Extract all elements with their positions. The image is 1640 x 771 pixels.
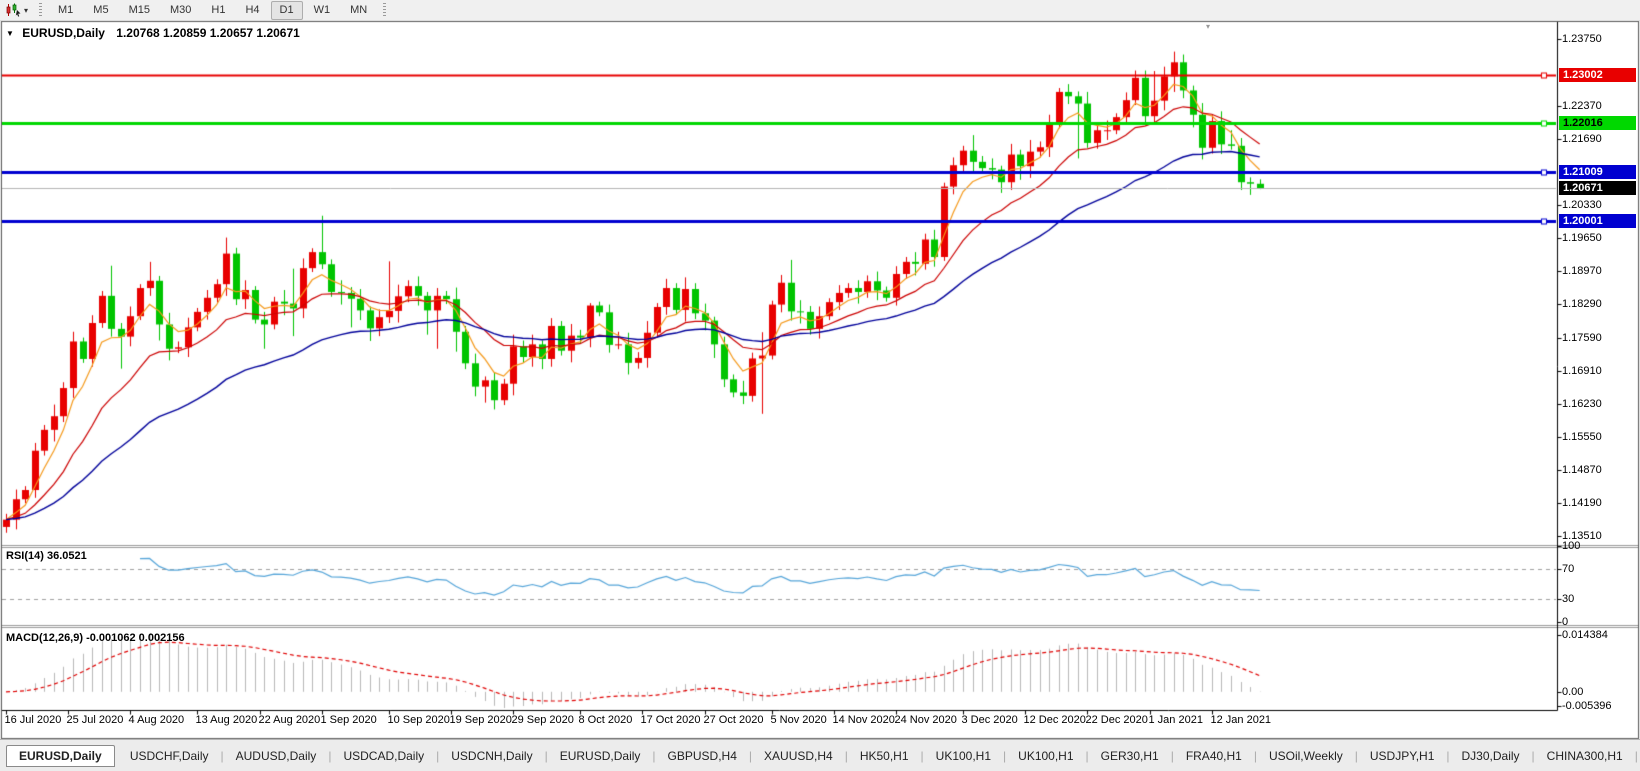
date-tick-label: 14 Nov 2020	[833, 714, 895, 726]
price-tick-label: 1.19650	[1562, 232, 1602, 244]
shift-marker-icon: ▾	[1206, 22, 1210, 31]
price-tick-label: 1.16910	[1562, 365, 1602, 377]
chart-symbol-label: EURUSD,Daily	[22, 26, 105, 40]
date-tick-label: 24 Nov 2020	[895, 714, 957, 726]
price-tick-label: 1.16230	[1562, 398, 1602, 410]
date-tick-label: 22 Dec 2020	[1086, 714, 1148, 726]
timeframe-button-mn[interactable]: MN	[341, 1, 376, 20]
rsi-tick-label: 30	[1562, 593, 1574, 605]
timeframe-toolbar: M1M5M15M30H1H4D1W1MN	[48, 0, 377, 20]
date-tick-label: 8 Oct 2020	[579, 714, 633, 726]
timeframe-button-h4[interactable]: H4	[236, 1, 268, 20]
timeframe-button-h1[interactable]: H1	[202, 1, 234, 20]
rsi-indicator-label: RSI(14) 36.0521	[6, 550, 87, 562]
date-tick-label: 1 Sep 2020	[321, 714, 377, 726]
macd-tick-label: 0.014384	[1562, 629, 1608, 641]
timeframe-button-w1[interactable]: W1	[305, 1, 340, 20]
symbol-tab-0[interactable]: EURUSD,Daily	[6, 745, 115, 767]
price-tick-label: 1.14870	[1562, 464, 1602, 476]
chart-area[interactable]	[0, 0, 1640, 771]
timeframe-button-m1[interactable]: M1	[49, 1, 82, 20]
date-tick-label: 3 Dec 2020	[962, 714, 1018, 726]
price-tick-label: 1.21690	[1562, 133, 1602, 145]
price-tick-label: 1.17590	[1562, 332, 1602, 344]
symbol-tab-11[interactable]: GER30,H1	[1089, 746, 1171, 766]
date-tick-label: 17 Oct 2020	[641, 714, 701, 726]
symbol-tab-2[interactable]: AUDUSD,Daily	[224, 746, 329, 766]
date-tick-label: 27 Oct 2020	[704, 714, 764, 726]
price-tick-label: 1.18290	[1562, 298, 1602, 310]
date-tick-label: 22 Aug 2020	[259, 714, 321, 726]
hline-price-tag: 1.21009	[1559, 165, 1636, 179]
date-tick-label: 5 Nov 2020	[771, 714, 827, 726]
timeframe-button-m30[interactable]: M30	[161, 1, 200, 20]
date-tick-label: 4 Aug 2020	[129, 714, 185, 726]
symbol-tab-5[interactable]: EURUSD,Daily	[548, 746, 653, 766]
rsi-tick-label: 70	[1562, 563, 1574, 575]
price-tick-label: 1.14190	[1562, 497, 1602, 509]
date-tick-label: 25 Jul 2020	[67, 714, 124, 726]
macd-tick-label: -0.005396	[1562, 700, 1612, 712]
hline-price-tag: 1.22016	[1559, 116, 1636, 130]
symbol-tab-4[interactable]: USDCNH,Daily	[439, 746, 544, 766]
toolbar-grip-2[interactable]	[383, 3, 386, 17]
hline-price-tag: 1.23002	[1559, 68, 1636, 82]
date-tick-label: 13 Aug 2020	[196, 714, 258, 726]
symbol-tabbar: EURUSD,Daily|USDCHF,Daily|AUDUSD,Daily|U…	[0, 739, 1640, 771]
symbol-tab-8[interactable]: HK50,H1	[848, 746, 921, 766]
symbol-tab-6[interactable]: GBPUSD,H4	[656, 746, 749, 766]
timeframe-button-m15[interactable]: M15	[120, 1, 159, 20]
date-tick-label: 10 Sep 2020	[388, 714, 450, 726]
date-tick-label: 1 Jan 2021	[1149, 714, 1203, 726]
price-tick-label: 1.20330	[1562, 199, 1602, 211]
price-tick-label: 1.22370	[1562, 100, 1602, 112]
symbol-tab-7[interactable]: XAUUSD,H4	[752, 746, 845, 766]
current-price-tag: 1.20671	[1559, 181, 1636, 195]
symbol-tab-3[interactable]: USDCAD,Daily	[331, 746, 436, 766]
date-tick-label: 12 Jan 2021	[1211, 714, 1272, 726]
symbol-tab-14[interactable]: USDJPY,H1	[1358, 746, 1446, 766]
symbol-tab-9[interactable]: UK100,H1	[924, 746, 1003, 766]
macd-tick-label: 0.00	[1562, 686, 1583, 698]
rsi-tick-label: 100	[1562, 540, 1580, 552]
symbol-tab-12[interactable]: FRA40,H1	[1174, 746, 1254, 766]
symbol-tab-1[interactable]: USDCHF,Daily	[118, 746, 221, 766]
price-tick-label: 1.18970	[1562, 265, 1602, 277]
date-tick-label: 19 Sep 2020	[450, 714, 512, 726]
date-tick-label: 12 Dec 2020	[1024, 714, 1086, 726]
symbol-tab-13[interactable]: USOil,Weekly	[1257, 746, 1355, 766]
chart-ohlc-values: 1.20768 1.20859 1.20657 1.20671	[116, 26, 300, 40]
toolbar-grip[interactable]	[39, 3, 42, 17]
symbol-tab-10[interactable]: UK100,H1	[1006, 746, 1085, 766]
collapse-indicator-icon[interactable]: ▼	[6, 29, 14, 38]
timeframe-button-d1[interactable]: D1	[271, 1, 303, 20]
price-tick-label: 1.15550	[1562, 431, 1602, 443]
macd-indicator-label: MACD(12,26,9) -0.001062 0.002156	[6, 632, 185, 644]
symbol-tab-15[interactable]: DJ30,Daily	[1450, 746, 1532, 766]
chart-title: ▼ EURUSD,Daily 1.20768 1.20859 1.20657 1…	[6, 26, 300, 40]
price-tick-label: 1.23750	[1562, 33, 1602, 45]
chart-type-tool[interactable]: ▾	[0, 1, 33, 19]
chart-type-icon	[5, 3, 21, 17]
rsi-tick-label: 0	[1562, 616, 1568, 628]
hline-price-tag: 1.20001	[1559, 214, 1636, 228]
date-tick-label: 16 Jul 2020	[5, 714, 62, 726]
timeframe-button-m5[interactable]: M5	[84, 1, 117, 20]
dropdown-caret-icon: ▾	[24, 6, 28, 15]
symbol-tab-16[interactable]: CHINA300,H1	[1535, 746, 1635, 766]
date-tick-label: 29 Sep 2020	[512, 714, 574, 726]
toolbar: ▾ M1M5M15M30H1H4D1W1MN	[0, 0, 1640, 21]
